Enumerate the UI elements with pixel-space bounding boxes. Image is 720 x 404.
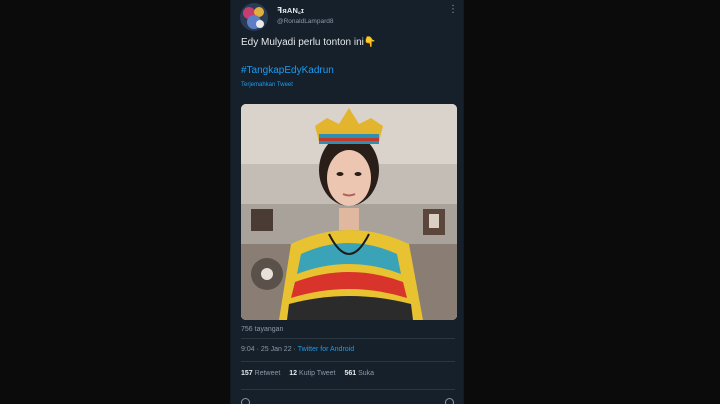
translate-tweet-link[interactable]: Terjemahkan Tweet: [241, 82, 293, 88]
reply-icon[interactable]: [241, 398, 250, 404]
avatar[interactable]: [240, 3, 268, 31]
tweet-media-image[interactable]: [241, 104, 457, 320]
more-options-icon[interactable]: ⋮: [448, 5, 458, 15]
quotes-stat[interactable]: 12 Kutip Tweet: [289, 370, 335, 377]
tweet-timestamp: 9:04 · 25 Jan 22 ·: [241, 346, 296, 353]
divider: [241, 361, 455, 362]
view-count: 756 tayangan: [241, 326, 284, 333]
quotes-label: Kutip Tweet: [299, 370, 336, 377]
retweets-count: 157: [241, 370, 253, 377]
hashtag-link[interactable]: #TangkapEdyKadrun: [241, 65, 334, 76]
tweet-stats: 157 Retweet 12 Kutip Tweet 561 Suka: [241, 370, 381, 377]
divider: [241, 389, 455, 390]
likes-label: Suka: [358, 370, 375, 377]
retweets-stat[interactable]: 157 Retweet: [241, 370, 280, 377]
tweet-screen: ꟻᴙAN꜀ɪ @RonaldLampard8 ⋮ Edy Mulyadi per…: [231, 0, 463, 404]
likes-count: 561: [344, 370, 357, 377]
share-icon[interactable]: [445, 398, 454, 404]
tweet-text: Edy Mulyadi perlu tonton ini👇: [241, 37, 377, 48]
divider: [241, 338, 455, 339]
tweet-timestamp-row: 9:04 · 25 Jan 22 · Twitter for Android: [241, 346, 354, 353]
tweet-source-link[interactable]: Twitter for Android: [298, 346, 354, 353]
tweet-header: ꟻᴙAN꜀ɪ @RonaldLampard8 ⋮: [231, 0, 463, 34]
likes-stat[interactable]: 561 Suka: [344, 370, 374, 377]
retweets-label: Retweet: [254, 370, 281, 377]
quotes-count: 12: [289, 370, 298, 377]
user-handle[interactable]: @RonaldLampard8: [277, 18, 333, 25]
display-name[interactable]: ꟻᴙAN꜀ɪ: [277, 6, 304, 16]
tweet-action-bar: [231, 395, 463, 404]
